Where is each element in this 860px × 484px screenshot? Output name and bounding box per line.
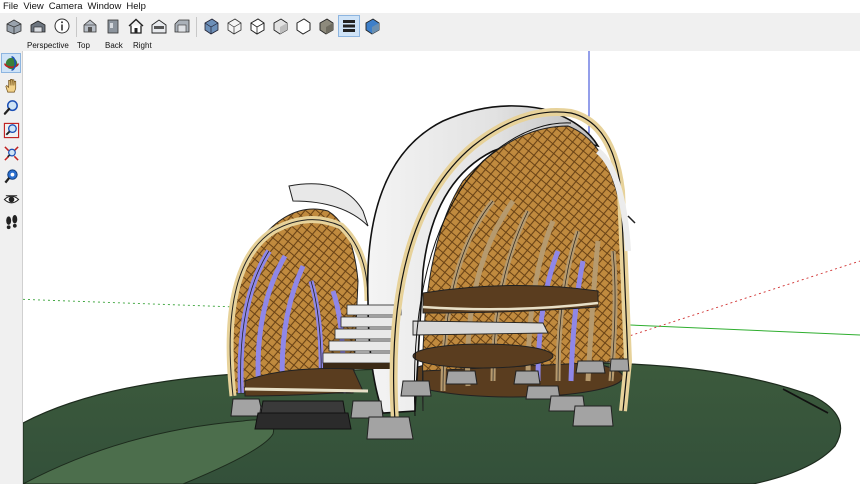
xray-style-icon [204, 18, 219, 35]
model-info-icon [54, 18, 70, 34]
shaded-style-button[interactable] [269, 15, 291, 37]
colored-style-button[interactable] [361, 15, 383, 37]
materials-style-button[interactable] [338, 15, 360, 37]
hidden-line-style-icon [250, 18, 265, 35]
xray-style-button[interactable] [200, 15, 222, 37]
front-view-button[interactable] [102, 15, 124, 37]
pan-icon [4, 78, 16, 92]
open-model-icon [6, 19, 22, 35]
menu-camera[interactable]: Camera [46, 0, 85, 13]
menu-bar: File View Camera Window Help [0, 0, 860, 13]
iso-view-icon [83, 19, 97, 33]
view-label-top[interactable]: Top [77, 40, 90, 51]
materials-style-icon [343, 20, 355, 32]
home-icon [128, 18, 144, 34]
pan-button[interactable] [1, 75, 21, 95]
look-around-button[interactable] [1, 189, 21, 209]
toolbar [0, 13, 860, 40]
3d-warehouse-button[interactable] [27, 15, 49, 37]
walk-icon [5, 214, 17, 229]
position-camera-button[interactable] [1, 166, 21, 186]
iso-view-button[interactable] [79, 15, 101, 37]
shaded-style-icon [273, 18, 288, 35]
look-around-icon [3, 194, 19, 203]
3d-warehouse-icon [30, 20, 46, 33]
home-view-button[interactable] [125, 15, 147, 37]
view-label-right[interactable]: Right [133, 40, 152, 51]
view-labels: Perspective Top Back Right [0, 40, 860, 51]
zoom-button[interactable] [1, 97, 21, 117]
view-label-perspective[interactable]: Perspective [27, 40, 69, 51]
model-info-button[interactable] [51, 15, 73, 37]
zoom-extents-icon [3, 145, 19, 161]
zoom-extents-button[interactable] [1, 143, 21, 163]
zoom-window-icon [3, 122, 19, 138]
colored-style-icon [365, 18, 380, 35]
wireframe-style-icon [227, 18, 242, 35]
view-label-back[interactable]: Back [105, 40, 123, 51]
textured-style-button[interactable] [292, 15, 314, 37]
menu-file[interactable]: File [0, 0, 20, 13]
monochrome-style-icon [319, 18, 334, 35]
orbit-button[interactable] [1, 53, 21, 73]
section-view-button[interactable] [148, 15, 170, 37]
monochrome-style-button[interactable] [315, 15, 337, 37]
section-view-icon [151, 19, 167, 34]
wireframe-style-button[interactable] [223, 15, 245, 37]
pavilion-3d-model [23, 51, 860, 484]
camera-tools-sidebar [0, 51, 23, 484]
orbit-icon [3, 55, 19, 71]
zoom-icon [3, 99, 18, 115]
menu-help[interactable]: Help [123, 0, 148, 13]
zoom-window-button[interactable] [1, 120, 21, 140]
model-viewport[interactable] [23, 51, 860, 484]
front-view-icon [107, 19, 119, 34]
walk-button[interactable] [1, 212, 21, 232]
hidden-line-style-button[interactable] [246, 15, 268, 37]
position-camera-icon [3, 168, 18, 183]
left-view-button[interactable] [171, 15, 193, 37]
menu-window[interactable]: Window [85, 0, 124, 13]
textured-style-icon [296, 18, 311, 35]
left-view-icon [174, 19, 190, 33]
menu-view[interactable]: View [20, 0, 45, 13]
open-model-button[interactable] [3, 15, 25, 37]
